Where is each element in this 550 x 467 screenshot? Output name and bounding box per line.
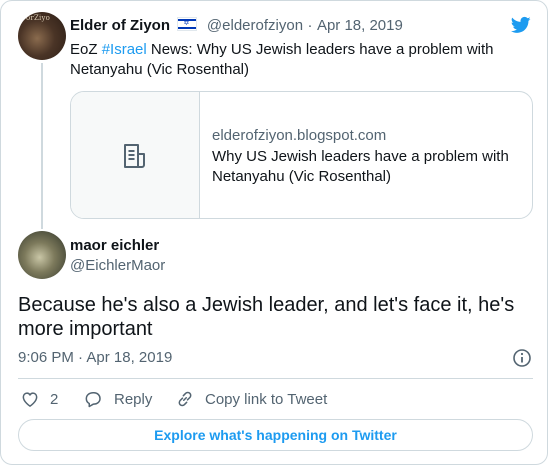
maor-eichler-avatar[interactable] xyxy=(18,231,66,279)
info-icon[interactable] xyxy=(512,348,532,368)
link-card-title: Why US Jewish leaders have a problem wit… xyxy=(212,148,509,185)
like-action[interactable]: 2 xyxy=(20,389,58,409)
link-preview-card[interactable]: elderofziyon.blogspot.com Why US Jewish … xyxy=(70,91,533,219)
original-tweet-header: Elder of Ziyon ✡ @elderofziyon · Apr 18,… xyxy=(70,17,403,35)
explore-twitter-button[interactable]: Explore what's happening on Twitter xyxy=(18,419,533,451)
israel-flag-icon: ✡ xyxy=(177,17,198,31)
hashtag-link[interactable]: #Israel xyxy=(102,41,147,58)
copy-link-label: Copy link to Tweet xyxy=(205,390,328,408)
reply-timestamp[interactable]: 9:06 PM · Apr 18, 2019 xyxy=(18,349,172,366)
avatar-logo-text: orZiyo xyxy=(26,14,51,22)
twitter-bird-icon[interactable] xyxy=(510,15,532,35)
elder-of-ziyon-avatar[interactable]: orZiyo xyxy=(18,12,66,60)
embedded-tweet-card: orZiyo Elder of Ziyon ✡ @elderofziyon · … xyxy=(0,0,548,465)
original-author-name[interactable]: Elder of Ziyon xyxy=(70,17,170,34)
link-card-domain: elderofziyon.blogspot.com xyxy=(212,127,387,144)
link-icon xyxy=(178,391,192,407)
reply-icon xyxy=(85,392,101,408)
link-card-icon-area xyxy=(71,92,200,218)
original-tweet-text: EoZ #Israel News: Why US Jewish leaders … xyxy=(70,41,494,78)
heart-icon xyxy=(22,392,38,407)
original-tweet-date[interactable]: Apr 18, 2019 xyxy=(317,17,403,34)
timestamp-separator: · xyxy=(78,349,84,366)
reply-label: Reply xyxy=(114,390,153,408)
document-icon xyxy=(124,144,145,168)
header-separator: · xyxy=(307,17,313,34)
reply-author-handle[interactable]: @EichlerMaor xyxy=(70,257,165,274)
copy-link-action[interactable]: Copy link to Tweet xyxy=(175,389,327,409)
original-author-handle[interactable]: @elderofziyon xyxy=(207,17,303,34)
reply-time: 9:06 PM xyxy=(18,349,74,366)
thread-connector-line xyxy=(41,63,43,229)
actions-divider xyxy=(18,378,533,379)
reply-action[interactable]: Reply xyxy=(83,389,152,409)
reply-date: Apr 18, 2019 xyxy=(86,349,173,366)
reply-tweet-text: Because he's also a Jewish leader, and l… xyxy=(18,294,515,340)
like-count: 2 xyxy=(50,390,59,408)
reply-author-name[interactable]: maor eichler xyxy=(70,237,159,254)
